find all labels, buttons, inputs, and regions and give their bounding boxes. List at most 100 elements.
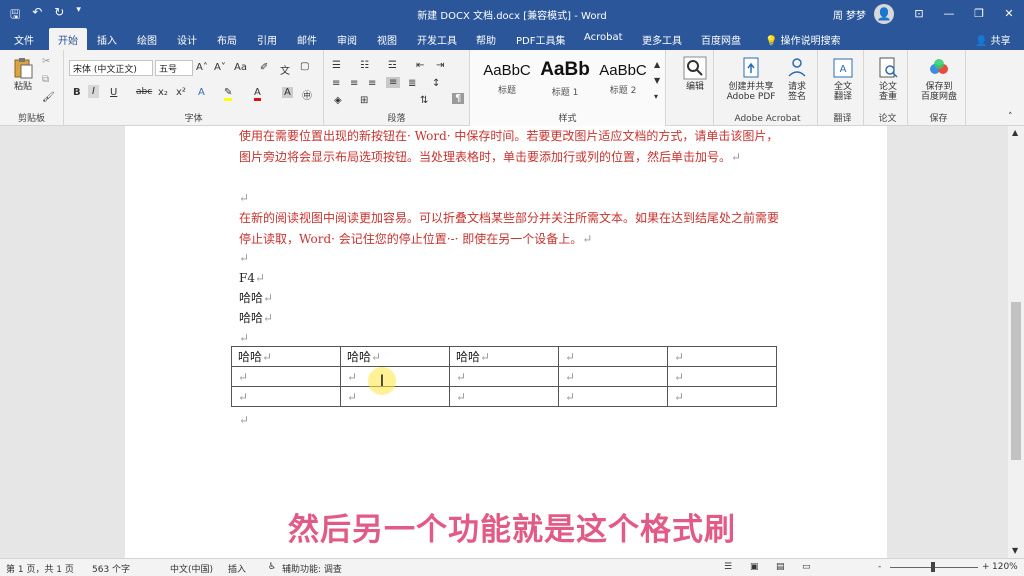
paragraph[interactable]: 在新的阅读视图中阅读更加容易。可以折叠文档某些部分并关注所需文本。如果在达到结尾… [239,208,779,249]
full-translate-button[interactable]: A 全文 翻译 [828,56,858,102]
save-to-netdisk-button[interactable]: 保存到 百度网盘 [916,56,962,102]
superscript-button[interactable]: x² [176,87,186,98]
align-right-icon[interactable]: ≡ [368,78,376,89]
tab-pdf-tools[interactable]: PDF工具集 [516,32,565,47]
page-count[interactable]: 第 1 页，共 1 页 [6,562,74,575]
restore-icon[interactable]: ❐ [964,0,994,28]
style-heading-2[interactable]: AaBbC 标题 2 [594,58,652,102]
highlight-icon[interactable]: ✎ [224,87,233,101]
scroll-up-icon[interactable]: ▲ [654,60,660,69]
strikethrough-button[interactable]: abc [136,87,152,97]
text-line[interactable]: 哈哈↵ [239,308,779,329]
table-cell[interactable]: ↵ [449,366,559,387]
line-spacing-icon[interactable]: ↕ [432,78,440,89]
shrink-font-button[interactable]: A˅ [214,62,226,73]
share-button[interactable]: 👤 共享 [975,32,1011,47]
justify-icon[interactable]: ≡ [386,77,401,88]
redo-icon[interactable]: ↻ [54,5,64,26]
scrollbar-thumb[interactable] [1011,302,1021,460]
table-cell[interactable]: ↵ [667,366,777,387]
underline-button[interactable]: U [110,87,117,98]
zoom-slider-thumb[interactable] [931,562,935,572]
font-name-combo[interactable]: 宋体 (中文正文) [69,60,153,76]
avatar[interactable]: 👤 [874,4,894,24]
document-table[interactable]: 哈哈↵ 哈哈↵ 哈哈↵ ↵ ↵ ↵ ↵ ↵ ↵ ↵ ↵ ↵ ↵ ↵ ↵ [231,346,777,407]
align-left-icon[interactable]: ≡ [332,78,340,89]
collapse-ribbon-icon[interactable]: ˄ [1008,112,1013,122]
tab-acrobat[interactable]: Acrobat [584,32,623,43]
enclose-char-icon[interactable]: ㊥ [302,87,312,102]
user-name[interactable]: 周 梦梦 [833,7,866,22]
table-cell[interactable]: ↵ [667,346,777,367]
tab-view[interactable]: 视图 [377,32,397,47]
text-line[interactable]: 哈哈↵ [239,288,779,309]
change-case-button[interactable]: Aa [234,62,247,73]
tab-help[interactable]: 帮助 [476,32,496,47]
tab-home[interactable]: 开始 [49,28,87,50]
web-layout-icon[interactable]: ▭ [802,562,811,572]
grow-font-button[interactable]: A˄ [196,62,208,73]
zoom-out-button[interactable]: - [878,562,881,572]
tell-me-search[interactable]: 💡 操作说明搜索 [765,32,841,47]
format-painter-icon[interactable]: 🖌 [42,92,55,103]
language[interactable]: 中文(中国) [170,562,213,575]
empty-paragraph[interactable]: ↵ [239,248,779,269]
sort-icon[interactable]: ⇅ [420,95,428,106]
table-cell[interactable]: 哈哈↵ [231,346,341,367]
tab-file[interactable]: 文件 [14,32,34,47]
borders-icon[interactable]: ⊞ [360,95,368,106]
create-share-pdf-button[interactable]: 创建并共享 Adobe PDF [724,56,778,102]
accessibility-status[interactable]: 辅助功能: 调查 [282,562,342,575]
show-marks-icon[interactable]: ¶ [452,93,465,104]
tab-insert[interactable]: 插入 [97,32,117,47]
vertical-scrollbar[interactable]: ▲ ▼ [1008,126,1024,558]
char-shading-icon[interactable]: A [282,87,293,98]
tab-baidu-netdisk[interactable]: 百度网盘 [701,32,741,47]
text-effects-icon[interactable]: A [198,87,205,98]
char-border-icon[interactable]: ▢ [300,61,309,72]
tab-design[interactable]: 设计 [177,32,197,47]
table-cell[interactable]: ↵ [558,386,668,407]
font-size-combo[interactable]: 五号 [155,60,193,76]
save-icon[interactable]: 🖫 [10,5,20,26]
empty-paragraph[interactable]: ↵ [239,188,779,209]
tab-layout[interactable]: 布局 [217,32,237,47]
numbering-icon[interactable]: ☷ [360,60,369,71]
bold-button[interactable]: B [73,87,81,98]
distributed-icon[interactable]: ≣ [408,78,416,89]
tab-review[interactable]: 审阅 [337,32,357,47]
subscript-button[interactable]: x₂ [158,87,168,98]
editing-button[interactable]: 编辑 [681,56,709,92]
zoom-in-button[interactable]: + [982,562,990,572]
align-center-icon[interactable]: ≡ [350,78,358,89]
tab-mailings[interactable]: 邮件 [297,32,317,47]
table-cell[interactable]: ↵ [231,386,341,407]
scroll-down-icon[interactable]: ▼ [654,76,660,85]
insert-mode[interactable]: 插入 [228,562,246,575]
cut-icon[interactable]: ✂ [42,56,50,67]
word-count[interactable]: 563 个字 [92,562,130,575]
decrease-indent-icon[interactable]: ⇤ [416,60,424,71]
style-title[interactable]: AaBbC 标题 [478,58,536,102]
read-mode-icon[interactable]: ▣ [750,562,759,572]
table-cell[interactable]: ↵ [340,386,450,407]
font-color-icon[interactable]: A [254,87,261,101]
phonetic-guide-icon[interactable]: 文 [280,62,290,77]
paper-check-button[interactable]: 论文 查重 [873,56,903,102]
shading-icon[interactable]: ◈ [334,95,342,106]
tab-references[interactable]: 引用 [257,32,277,47]
text-line[interactable]: F4↵ [239,268,779,289]
close-icon[interactable]: ✕ [994,0,1024,28]
tab-developer[interactable]: 开发工具 [417,32,457,47]
customize-icon[interactable]: ▾ [76,5,81,26]
minimize-icon[interactable]: — [934,0,964,28]
scroll-up-arrow-icon[interactable]: ▲ [1012,128,1018,137]
ribbon-display-icon[interactable]: ⊡ [904,0,934,28]
tab-draw[interactable]: 绘图 [137,32,157,47]
style-heading-1[interactable]: AaBb 标题 1 [536,58,594,102]
accessibility-icon[interactable]: ♿ [268,562,276,572]
multilevel-list-icon[interactable]: ☲ [388,60,397,71]
table-cell[interactable]: ↵ [558,346,668,367]
empty-paragraph[interactable]: ↵ [239,410,779,431]
italic-button[interactable]: I [88,85,99,98]
